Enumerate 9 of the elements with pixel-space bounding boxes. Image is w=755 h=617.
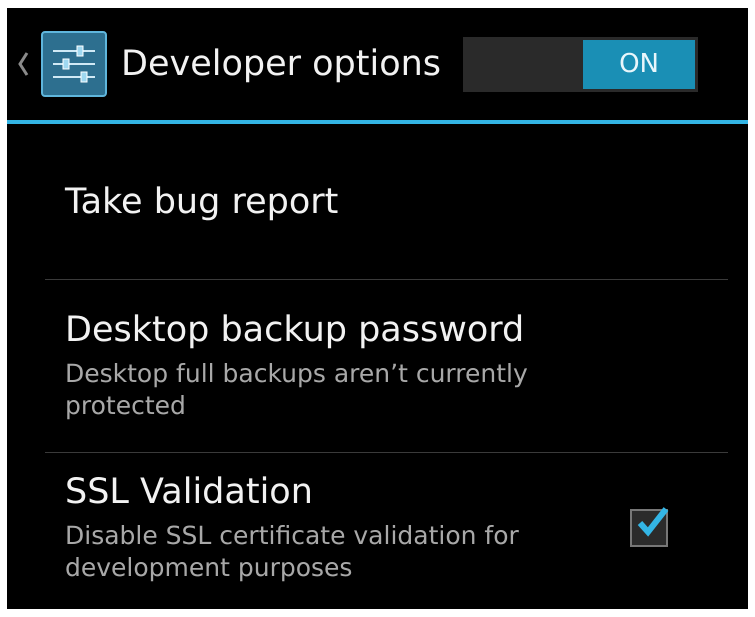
screen-title: Developer options [121, 44, 442, 84]
checkbox[interactable] [630, 509, 668, 547]
setting-title[interactable]: Desktop backup password [65, 310, 728, 350]
setting-title[interactable]: SSL Validation [65, 472, 630, 512]
setting-summary: Disable SSL certificate validation for development purposes [65, 520, 520, 584]
sliders-icon [41, 31, 107, 97]
setting-title[interactable]: Take bug report [65, 182, 728, 222]
setting-summary: Desktop full backups aren’t currently protected [65, 358, 529, 422]
back-icon[interactable] [17, 51, 29, 77]
